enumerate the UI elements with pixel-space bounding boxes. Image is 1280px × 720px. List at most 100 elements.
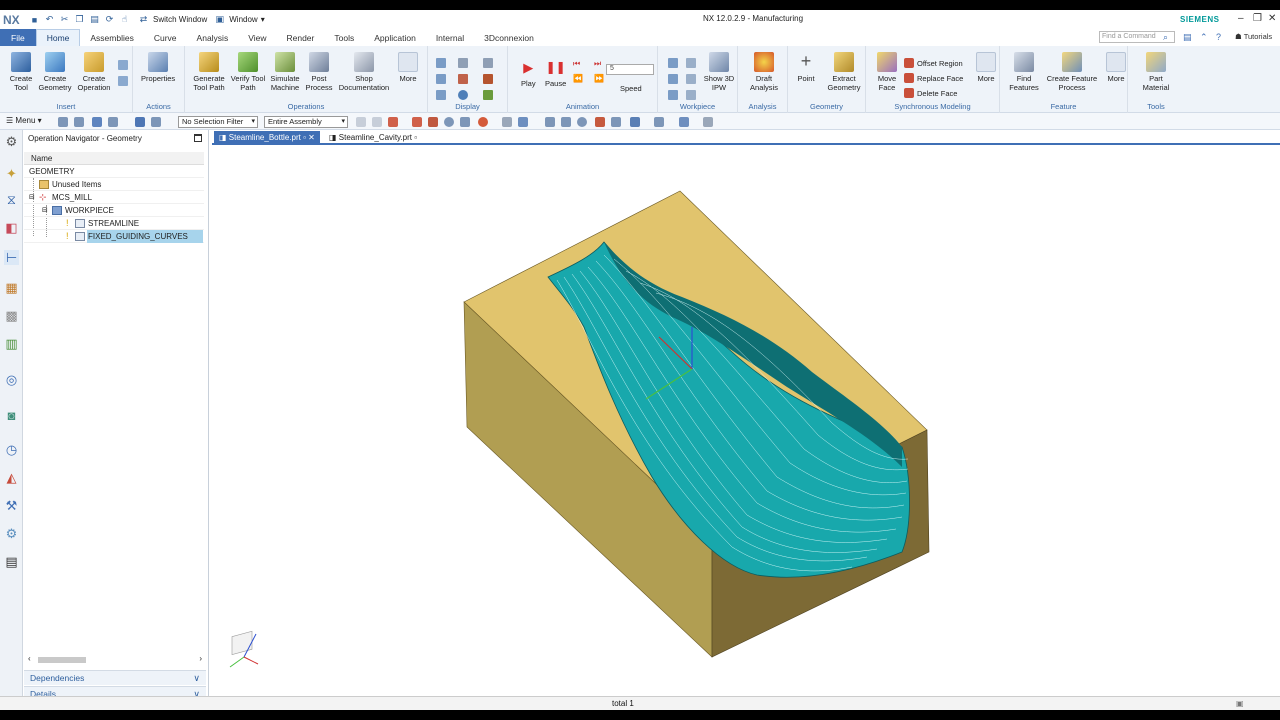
selection-icon-2[interactable] xyxy=(151,117,161,127)
machining-feature-navigator-icon[interactable]: ▩ xyxy=(4,308,19,323)
snap-icon-7[interactable] xyxy=(460,117,470,127)
feature-more-button[interactable]: More xyxy=(1106,52,1126,84)
cavity-model-view[interactable] xyxy=(212,147,1280,705)
assembly-navigator-icon[interactable]: ✦ xyxy=(4,166,19,181)
snap-icon-2[interactable] xyxy=(372,117,382,127)
workpiece-icon-4[interactable] xyxy=(686,58,696,68)
tab-internal[interactable]: Internal xyxy=(426,29,474,46)
web-browser-icon[interactable]: ◙ xyxy=(4,408,19,423)
view-icon-4[interactable] xyxy=(561,117,571,127)
view-icon-7[interactable] xyxy=(630,117,640,127)
step-back-icon[interactable]: ⏮ xyxy=(573,59,583,69)
touch-mode-icon[interactable]: ☝ xyxy=(118,13,131,26)
view-icon-8[interactable] xyxy=(703,117,713,127)
properties-button[interactable]: Properties xyxy=(141,52,175,84)
tree-row-mcs-mill[interactable]: ⊟ ⊹ MCS_MILL xyxy=(24,191,204,204)
simulate-machine-button[interactable]: Simulate Machine xyxy=(268,52,302,92)
view-icon-6[interactable] xyxy=(611,117,621,127)
view-icon-5[interactable] xyxy=(595,117,605,127)
status-window-icon[interactable]: ▣ xyxy=(1236,699,1244,708)
assembly-scope-dropdown[interactable]: Entire Assembly xyxy=(264,116,348,128)
extract-geometry-button[interactable]: Extract Geometry xyxy=(824,52,864,92)
search-icon[interactable]: ⌕ xyxy=(1163,32,1168,43)
toolbar-icon-4[interactable] xyxy=(108,117,118,127)
tab-steamline-cavity[interactable]: ◨ Steamline_Cavity.prt ▫ xyxy=(324,131,422,145)
selection-icon-1[interactable] xyxy=(135,117,145,127)
operations-more-button[interactable]: More xyxy=(398,52,418,84)
reuse-library-icon[interactable]: ▥ xyxy=(4,336,19,351)
render-style-icon[interactable] xyxy=(654,117,664,127)
process-studio-icon[interactable]: ◭ xyxy=(4,470,19,485)
maximize-icon[interactable] xyxy=(194,134,202,142)
machine-tool-navigator-icon[interactable]: ▦ xyxy=(4,280,19,295)
scroll-right-icon[interactable]: › xyxy=(199,654,202,663)
close-tab-icon[interactable]: ✕ xyxy=(308,133,315,142)
tab-3dconnexion[interactable]: 3Dconnexion xyxy=(474,29,544,46)
constraint-navigator-icon[interactable]: ⧖ xyxy=(4,192,19,207)
rewind-icon[interactable]: ⏪ xyxy=(573,74,583,84)
view-triad[interactable] xyxy=(229,630,259,668)
tab-curve[interactable]: Curve xyxy=(144,29,187,46)
sync-more-button[interactable]: More xyxy=(976,52,996,84)
snap-icon-1[interactable] xyxy=(356,117,366,127)
menu-button[interactable]: ☰ Menu ▾ xyxy=(6,116,42,125)
tab-home[interactable]: Home xyxy=(35,29,81,46)
tab-tools[interactable]: Tools xyxy=(324,29,364,46)
display-icon-1[interactable] xyxy=(436,58,446,68)
snap-icon-6[interactable] xyxy=(444,117,454,127)
tab-assemblies[interactable]: Assemblies xyxy=(80,29,143,46)
tree-row-geometry[interactable]: GEOMETRY xyxy=(24,165,204,178)
display-icon-8[interactable] xyxy=(483,74,493,84)
view-icon-1[interactable] xyxy=(502,117,512,127)
workpiece-icon-2[interactable] xyxy=(668,74,678,84)
view-icon-2[interactable] xyxy=(518,117,528,127)
speed-input[interactable]: 5 xyxy=(606,64,654,75)
delete-face-button[interactable]: Delete Face xyxy=(904,88,957,98)
display-icon-2[interactable] xyxy=(436,74,446,84)
draft-analysis-button[interactable]: Draft Analysis xyxy=(746,52,782,92)
copy-icon[interactable]: ❐ xyxy=(73,13,86,26)
generate-tool-path-button[interactable]: Generate Tool Path xyxy=(191,52,227,92)
part-material-button[interactable]: Part Material xyxy=(1138,52,1174,92)
create-operation-button[interactable]: Create Operation xyxy=(75,52,113,92)
graphics-viewport[interactable] xyxy=(212,147,1280,705)
show-3d-ipw-button[interactable]: Show 3D IPW xyxy=(702,52,736,92)
create-tool-button[interactable]: Create Tool xyxy=(6,52,36,92)
tutorials-button[interactable]: ☗ Tutorials xyxy=(1235,32,1272,41)
undo-icon[interactable]: ↶ xyxy=(43,13,56,26)
toolbar-icon-3[interactable] xyxy=(92,117,102,127)
point-button[interactable]: + Point xyxy=(796,52,816,84)
help-icon[interactable]: ? xyxy=(1216,32,1221,42)
pause-button[interactable]: ❚❚ Pause xyxy=(545,61,566,89)
close-icon[interactable]: ✕ xyxy=(1268,13,1276,24)
snap-icon-4[interactable] xyxy=(412,117,422,127)
horizontal-scrollbar[interactable]: ‹ › xyxy=(28,654,202,665)
paste-icon[interactable]: ▤ xyxy=(88,13,101,26)
workpiece-icon-6[interactable] xyxy=(686,90,696,100)
offset-region-button[interactable]: Offset Region xyxy=(904,58,963,68)
roles-icon[interactable]: ⚒ xyxy=(4,498,19,513)
create-feature-process-button[interactable]: Create Feature Process xyxy=(1044,52,1100,92)
operation-navigator-icon[interactable]: ⊢ xyxy=(4,250,19,265)
view-icon-3[interactable] xyxy=(545,117,555,127)
fast-forward-icon[interactable]: ⏩ xyxy=(594,74,604,84)
tab-analysis[interactable]: Analysis xyxy=(187,29,239,46)
tab-steamline-bottle[interactable]: ◨ Steamline_Bottle.prt ▫ ✕ xyxy=(214,131,320,145)
insert-more-icon[interactable] xyxy=(118,60,128,70)
display-icon-5[interactable] xyxy=(458,74,468,84)
window-menu-button[interactable]: ▣ Window ▾ xyxy=(213,13,264,26)
window-layout-icon[interactable]: ▤ xyxy=(1183,32,1192,43)
shop-documentation-button[interactable]: Shop Documentation xyxy=(335,52,393,92)
tree-row-unused-items[interactable]: Unused Items xyxy=(24,178,204,191)
display-icon-7[interactable] xyxy=(483,58,493,68)
collapse-icon[interactable]: ⊟ xyxy=(42,204,48,217)
tree-row-workpiece[interactable]: ⊟ WORKPIECE xyxy=(24,204,204,217)
minimize-icon[interactable]: – xyxy=(1238,13,1244,24)
part-navigator-icon[interactable]: ◧ xyxy=(4,220,19,235)
system-scenes-icon[interactable]: ⚙ xyxy=(4,526,19,541)
find-features-button[interactable]: Find Features xyxy=(1008,52,1040,92)
tree-row-fixed-guiding-curves[interactable]: ! FIXED_GUIDING_CURVES xyxy=(24,230,204,243)
workpiece-icon-1[interactable] xyxy=(668,58,678,68)
step-forward-icon[interactable]: ⏭ xyxy=(594,59,604,69)
workpiece-icon-5[interactable] xyxy=(686,74,696,84)
